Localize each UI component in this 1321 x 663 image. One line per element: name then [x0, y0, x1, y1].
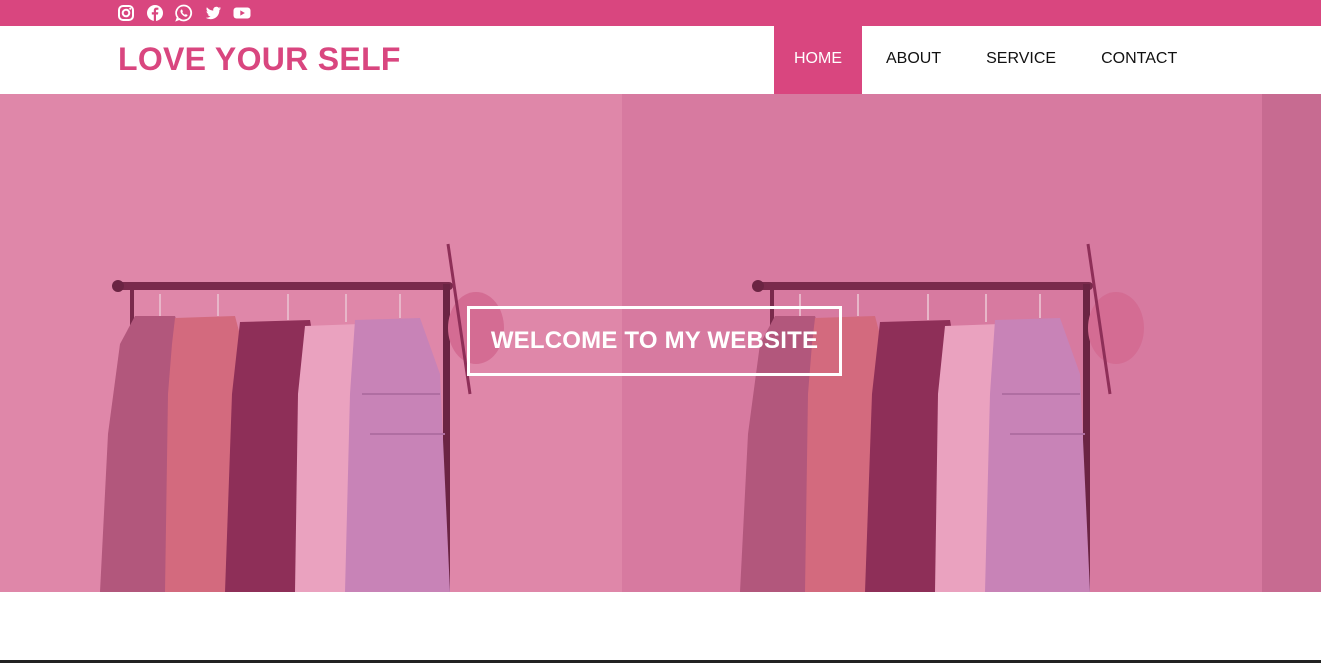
whatsapp-link[interactable]: [174, 3, 194, 23]
main-nav: HOME ABOUT SERVICE CONTACT: [774, 26, 1199, 94]
nav-home[interactable]: HOME: [774, 26, 862, 94]
site-logo[interactable]: LOVE YOUR SELF: [118, 40, 401, 78]
nav-contact[interactable]: CONTACT: [1078, 26, 1199, 94]
nav-service[interactable]: SERVICE: [964, 26, 1078, 94]
instagram-icon: [118, 5, 134, 21]
youtube-icon: [233, 7, 251, 19]
social-top-bar: [0, 0, 1321, 26]
site-header: LOVE YOUR SELF HOME ABOUT SERVICE CONTAC…: [0, 26, 1321, 94]
nav-about[interactable]: ABOUT: [862, 26, 964, 94]
welcome-button[interactable]: WELCOME TO MY WEBSITE: [467, 306, 842, 376]
hero-banner: WELCOME TO MY WEBSITE: [0, 94, 1321, 592]
twitter-link[interactable]: [203, 3, 223, 23]
instagram-link[interactable]: [116, 3, 136, 23]
youtube-link[interactable]: [232, 3, 252, 23]
facebook-icon: [147, 5, 163, 21]
facebook-link[interactable]: [145, 3, 165, 23]
social-links: [116, 3, 252, 23]
twitter-icon: [205, 6, 221, 20]
whatsapp-icon: [175, 4, 193, 22]
